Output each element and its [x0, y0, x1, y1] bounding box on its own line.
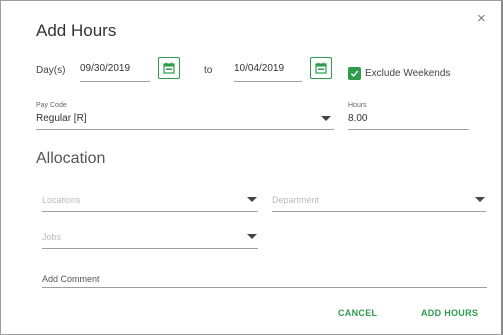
comment-input[interactable]: Add Comment [42, 272, 487, 287]
add-hours-button[interactable]: ADD HOURS [421, 308, 478, 318]
pay-code-select[interactable]: Regular [R] [36, 110, 334, 128]
dropdown-caret-icon [247, 234, 257, 239]
end-date-field[interactable]: 10/04/2019 [234, 63, 302, 74]
hours-label: Hours [348, 102, 367, 109]
dropdown-caret-icon [321, 116, 331, 121]
jobs-underline [42, 248, 258, 249]
dialog-title: Add Hours [36, 21, 117, 40]
dropdown-caret-icon [247, 197, 257, 202]
cancel-button[interactable]: CANCEL [338, 308, 377, 318]
jobs-select[interactable]: Jobs [42, 228, 258, 246]
end-date-calendar-button[interactable] [310, 57, 332, 79]
pay-code-label: Pay Code [36, 102, 67, 109]
department-underline [272, 211, 486, 212]
hours-underline [348, 129, 469, 130]
locations-select[interactable]: Locations [42, 191, 258, 209]
locations-underline [42, 211, 258, 212]
department-placeholder: Department [272, 195, 320, 205]
allocation-heading: Allocation [36, 150, 106, 167]
start-date-field[interactable]: 09/30/2019 [80, 63, 150, 74]
comment-placeholder: Add Comment [42, 274, 100, 284]
add-hours-dialog: Add Hours × Day(s) 09/30/2019 to 10/04/2… [0, 0, 503, 335]
jobs-placeholder: Jobs [42, 232, 62, 242]
close-icon[interactable]: × [477, 11, 486, 26]
start-date-value: 09/30/2019 [80, 63, 131, 74]
comment-underline [42, 287, 487, 288]
end-date-value: 10/04/2019 [234, 63, 285, 74]
locations-placeholder: Locations [42, 195, 81, 205]
pay-code-value: Regular [R] [36, 113, 87, 124]
dropdown-caret-icon [475, 197, 485, 202]
check-icon [350, 70, 359, 77]
exclude-weekends-label: Exclude Weekends [365, 68, 451, 79]
hours-input[interactable]: 8.00 [348, 110, 469, 128]
end-date-underline [234, 81, 302, 82]
department-select[interactable]: Department [272, 191, 486, 209]
hours-value: 8.00 [348, 113, 368, 124]
start-date-underline [80, 81, 150, 82]
calendar-icon [315, 62, 327, 74]
calendar-icon [163, 62, 175, 74]
exclude-weekends-checkbox[interactable] [348, 67, 361, 80]
days-label: Day(s) [36, 65, 66, 76]
to-label: to [204, 65, 213, 76]
pay-code-underline [36, 129, 334, 130]
start-date-calendar-button[interactable] [158, 57, 180, 79]
